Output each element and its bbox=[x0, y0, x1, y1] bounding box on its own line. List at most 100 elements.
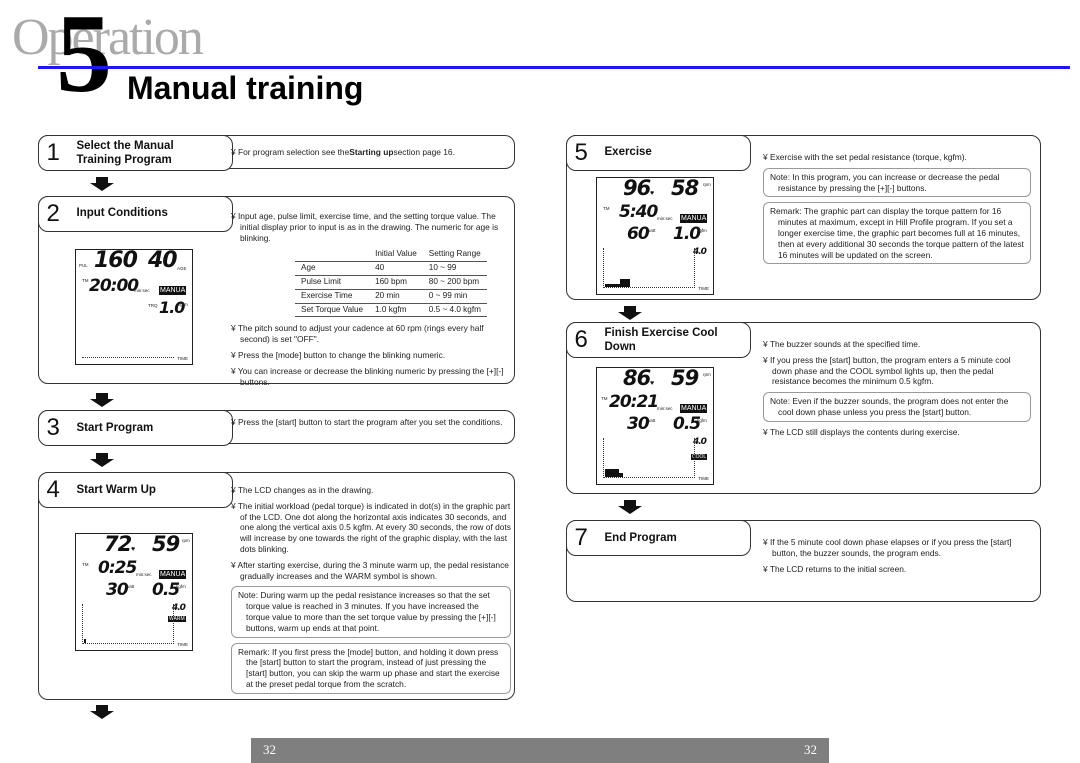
step-item: ¥ The LCD changes as in the drawing. bbox=[231, 485, 374, 495]
lcd-torque-axis bbox=[173, 604, 174, 644]
step-description: ¥ For program selection see theStarting … bbox=[231, 147, 511, 163]
table-row: Set Torque Value 1.0 kgfm 0.5 ~ 4.0 kgfm bbox=[295, 302, 487, 318]
section-number: 5 bbox=[56, 0, 112, 116]
lcd-torque-axis bbox=[82, 604, 83, 644]
step-3: 3 Start Program ¥ Press the [start] butt… bbox=[37, 409, 515, 446]
lcd-unit: min:sec bbox=[136, 572, 152, 577]
lcd-axis-label: TIME bbox=[177, 356, 188, 361]
lcd-torque-value: 0.5 bbox=[152, 580, 180, 600]
step-5-header: 5 Exercise bbox=[565, 134, 751, 171]
step-title: Start Warm Up bbox=[76, 483, 156, 496]
remark-text: Remark: The graphic part can display the… bbox=[770, 206, 1024, 260]
lcd-axis-label: TIME bbox=[698, 476, 709, 481]
lcd-rpm-value: 58 bbox=[671, 176, 699, 200]
step-title: Exercise bbox=[604, 145, 652, 158]
table-cell: 1.0 kgfm bbox=[369, 302, 423, 318]
step-item: ¥ After starting exercise, during the 3 … bbox=[231, 559, 509, 581]
down-arrow-icon bbox=[90, 705, 114, 719]
down-arrow-icon bbox=[618, 306, 642, 320]
step-item: ¥ The buzzer sounds at the specified tim… bbox=[763, 339, 921, 349]
lcd-unit: rpm bbox=[703, 182, 711, 187]
lcd-time-value: 20:21 bbox=[609, 392, 659, 412]
step-item: ¥ You can increase or decrease the blink… bbox=[231, 365, 504, 387]
heart-icon: ♥ bbox=[131, 546, 136, 553]
step-item: ¥ The pitch sound to adjust your cadence… bbox=[231, 323, 484, 345]
lcd-time-axis bbox=[82, 643, 174, 644]
step-6: 6 Finish Exercise Cool Down 86 ♥ 59 rpm … bbox=[565, 321, 1041, 494]
lcd-display: PUL 160 40 AGE TM 20:00 min:sec MANUA TR… bbox=[75, 248, 193, 365]
lcd-torque-value: 1.0 bbox=[673, 224, 701, 244]
lcd-display: 86 ♥ 59 rpm TM 20:21 min:sec MANUA 30 wa… bbox=[596, 366, 714, 485]
lcd-unit: rpm bbox=[703, 372, 711, 377]
lcd-unit: watt bbox=[126, 584, 135, 589]
page-footer: 32 32 bbox=[251, 738, 829, 763]
lcd-torque-axis bbox=[603, 438, 604, 478]
lcd-torque-value: 1.0 bbox=[159, 298, 185, 317]
remark-box: Remark: The graphic part can display the… bbox=[763, 202, 1031, 265]
step-4: 4 Start Warm Up 72 ♥ 59 rpm TM 0:25 min:… bbox=[37, 471, 515, 700]
step-description: ¥ The LCD changes as in the drawing. ¥ T… bbox=[231, 485, 511, 699]
step-title: Finish Exercise Cool Down bbox=[604, 326, 718, 353]
down-arrow-icon bbox=[90, 453, 114, 467]
table-cell: Set Torque Value bbox=[295, 302, 370, 318]
lcd-time-value: 20:00 bbox=[89, 276, 139, 296]
lcd-torque-value: 0.5 bbox=[673, 414, 701, 434]
down-arrow-icon bbox=[90, 393, 114, 407]
table-row: Pulse Limit 160 bpm 80 ~ 200 bpm bbox=[295, 274, 487, 290]
lcd-unit: rpm bbox=[182, 538, 190, 543]
step-2-header: 2 Input Conditions bbox=[37, 195, 233, 232]
lcd-unit: kgfm bbox=[178, 302, 188, 307]
step-number: 4 bbox=[46, 475, 60, 503]
lcd-unit: AGE bbox=[177, 266, 187, 271]
down-arrow-icon bbox=[618, 500, 642, 514]
table-cell: 80 ~ 200 bpm bbox=[422, 274, 487, 290]
note-text: Note: Even if the buzzer sounds, the pro… bbox=[770, 396, 1009, 417]
lcd-label: TM bbox=[82, 278, 89, 283]
note-box: Note: During warm up the pedal resistanc… bbox=[231, 586, 511, 638]
lcd-axis-label: TIME bbox=[177, 642, 188, 647]
lcd-age-value: 40 bbox=[148, 248, 178, 273]
table-cell: 160 bpm bbox=[369, 274, 423, 290]
lcd-torque-bar bbox=[605, 469, 619, 477]
lcd-pulse-value: 72 bbox=[104, 532, 132, 556]
table-row: Exercise Time 20 min 0 ~ 99 min bbox=[295, 288, 487, 304]
note-box: Note: In this program, you can increase … bbox=[763, 167, 1031, 198]
step-6-header: 6 Finish Exercise Cool Down bbox=[565, 321, 751, 358]
page-number-left: 32 bbox=[263, 742, 276, 757]
lcd-label: TM bbox=[603, 206, 610, 211]
table-header: Initial Value bbox=[375, 249, 417, 259]
step-item: ¥ Exercise with the set pedal resistance… bbox=[763, 152, 967, 162]
header-rule bbox=[38, 66, 1070, 69]
lcd-torque-bar bbox=[620, 279, 630, 287]
table-cell: Pulse Limit bbox=[295, 274, 370, 290]
table-cell: Exercise Time bbox=[295, 288, 370, 304]
step-7: 7 End Program ¥ If the 5 minute cool dow… bbox=[565, 519, 1041, 602]
lcd-unit: watt bbox=[647, 228, 656, 233]
lcd-time-value: 5:40 bbox=[619, 202, 658, 222]
table-cell: 0 ~ 99 min bbox=[422, 288, 487, 304]
lcd-time-axis bbox=[82, 357, 174, 358]
table-row: Age 40 10 ~ 99 bbox=[295, 261, 487, 276]
step-4-header: 4 Start Warm Up bbox=[37, 471, 233, 508]
table-cell: Age bbox=[295, 261, 370, 276]
step-description: ¥ Press the [start] button to start the … bbox=[231, 417, 511, 433]
lcd-status-label: WARM bbox=[168, 616, 186, 622]
step-title: Start Program bbox=[76, 421, 154, 434]
step-title: Select the Manual Training Program bbox=[76, 139, 174, 166]
step-7-header: 7 End Program bbox=[565, 519, 751, 556]
step-number: 1 bbox=[46, 138, 60, 166]
lcd-watt-value: 60 bbox=[627, 224, 650, 244]
note-text: Note: During warm up the pedal resistanc… bbox=[238, 590, 496, 633]
step-item: ¥ Press the [mode] button to change the … bbox=[231, 349, 446, 360]
step-number: 5 bbox=[574, 138, 588, 166]
remark-text: Remark: If you first press the [mode] bu… bbox=[238, 646, 500, 689]
lcd-display: 96 ♥ 58 rpm TM 5:40 min:sec MANUA 60 wat… bbox=[596, 176, 714, 295]
step-description: ¥ Input age, pulse limit, exercise time,… bbox=[231, 211, 511, 392]
step-2: 2 Input Conditions PUL 160 40 AGE TM 20:… bbox=[37, 195, 515, 387]
page-number-right: 32 bbox=[804, 742, 817, 757]
lcd-pulse-value: 86 bbox=[623, 366, 651, 390]
lcd-rpm-value: 59 bbox=[152, 532, 180, 556]
step-item: ¥ For program selection see theStarting … bbox=[231, 147, 455, 157]
table-cell: 0.5 ~ 4.0 kgfm bbox=[422, 302, 487, 318]
lcd-label: TM bbox=[601, 396, 608, 401]
